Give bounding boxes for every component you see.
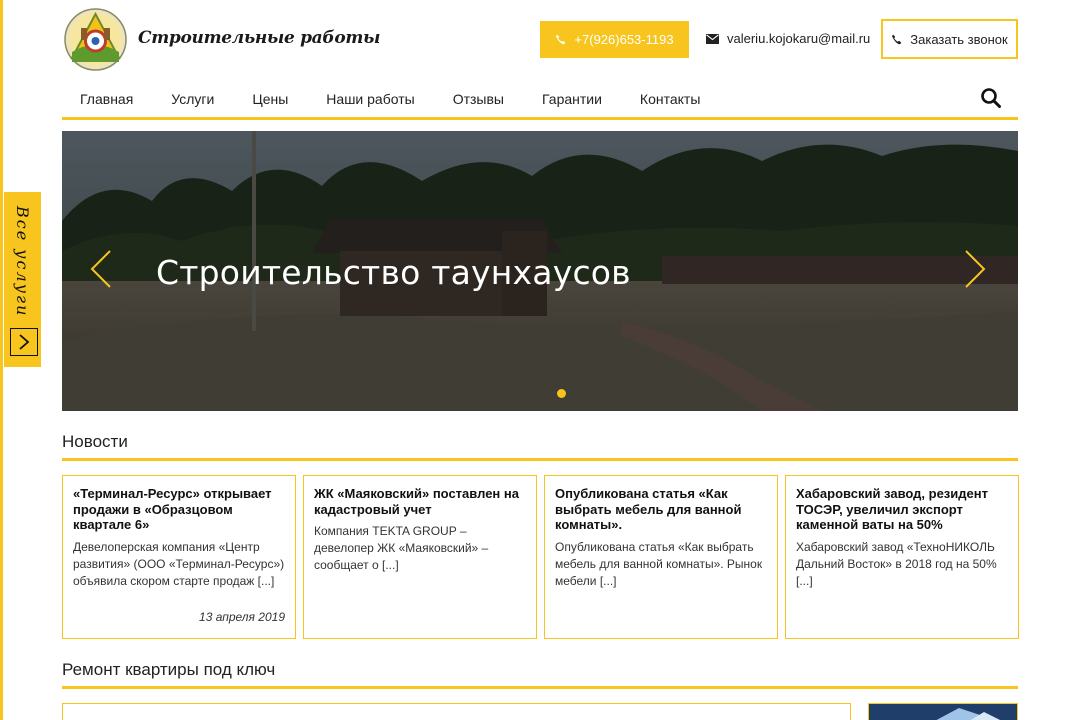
- main-nav: Главная Услуги Цены Наши работы Отзывы Г…: [62, 80, 1018, 120]
- phone-icon: [892, 34, 902, 44]
- site-logo[interactable]: [64, 8, 127, 71]
- news-card[interactable]: ЖК «Маяковский» поставлен на кадастровый…: [303, 475, 537, 639]
- news-date: 13 апреля 2019: [199, 610, 285, 624]
- news-card[interactable]: Опубликована статья «Как выбрать мебель …: [544, 475, 778, 639]
- news-divider: [62, 458, 1018, 461]
- news-title[interactable]: «Терминал-Ресурс» открывает продажи в «О…: [73, 486, 285, 533]
- repair-thumbnail-image[interactable]: [868, 703, 1018, 720]
- news-excerpt: Опубликована статья «Как выбрать мебель …: [555, 539, 763, 588]
- nav-item-services[interactable]: Услуги: [152, 91, 233, 107]
- news-title[interactable]: ЖК «Маяковский» поставлен на кадастровый…: [314, 486, 526, 517]
- hero-slider[interactable]: Строительство таунхаусов: [62, 131, 1018, 411]
- left-edge-stripe: [0, 0, 3, 720]
- callback-button[interactable]: Заказать звонок: [881, 19, 1018, 59]
- logo-emblem-icon: [64, 8, 127, 71]
- nav-item-works[interactable]: Наши работы: [307, 91, 433, 107]
- nav-item-reviews[interactable]: Отзывы: [434, 91, 523, 107]
- nav-item-guarantees[interactable]: Гарантии: [523, 91, 621, 107]
- news-excerpt: Девелоперская компания «Центр развития» …: [73, 539, 285, 588]
- chevron-left-icon: [90, 250, 111, 288]
- nav-item-home[interactable]: Главная: [62, 91, 152, 107]
- repair-heading: Ремонт квартиры под ключ: [62, 660, 276, 679]
- news-title[interactable]: Хабаровский завод, резидент ТОСЭР, увели…: [796, 486, 1008, 533]
- news-title[interactable]: Опубликована статья «Как выбрать мебель …: [555, 486, 767, 533]
- nav-item-contacts[interactable]: Контакты: [621, 91, 719, 107]
- all-services-tab[interactable]: Все услуги: [4, 192, 41, 367]
- phone-icon: [556, 34, 566, 45]
- email-address: valeriu.kojokaru@mail.ru: [727, 31, 871, 46]
- news-excerpt: Хабаровский завод «ТехноНИКОЛЬ Дальний В…: [796, 539, 997, 588]
- phone-number: +7(926)653-1193: [574, 32, 674, 47]
- repair-divider: [62, 686, 1018, 689]
- chevron-right-icon: [965, 250, 986, 288]
- all-services-toggle[interactable]: [10, 328, 38, 356]
- news-heading: Новости: [62, 432, 128, 451]
- site-title[interactable]: Строительные работы: [138, 28, 380, 48]
- slider-dot-active[interactable]: [557, 389, 566, 398]
- thumbnail-graphic: [869, 704, 1017, 720]
- search-icon: [981, 88, 1001, 108]
- callback-label: Заказать звонок: [910, 31, 1008, 47]
- chevron-right-icon: [19, 334, 30, 350]
- search-button[interactable]: [980, 87, 1002, 109]
- news-card[interactable]: Хабаровский завод, резидент ТОСЭР, увели…: [785, 475, 1019, 639]
- slider-next-button[interactable]: [960, 247, 990, 291]
- slide-title: Строительство таунхаусов: [156, 253, 631, 292]
- phone-button[interactable]: +7(926)653-1193: [540, 21, 689, 58]
- nav-item-prices[interactable]: Цены: [233, 91, 307, 107]
- email-link[interactable]: valeriu.kojokaru@mail.ru: [706, 31, 870, 46]
- news-excerpt: Компания TEKTA GROUP – девелопер ЖК «Мая…: [314, 524, 489, 572]
- all-services-label: Все услуги: [13, 206, 32, 318]
- news-card[interactable]: «Терминал-Ресурс» открывает продажи в «О…: [62, 475, 296, 639]
- slider-prev-button[interactable]: [86, 247, 116, 291]
- repair-content-card: [62, 703, 851, 720]
- envelope-icon: [706, 33, 719, 44]
